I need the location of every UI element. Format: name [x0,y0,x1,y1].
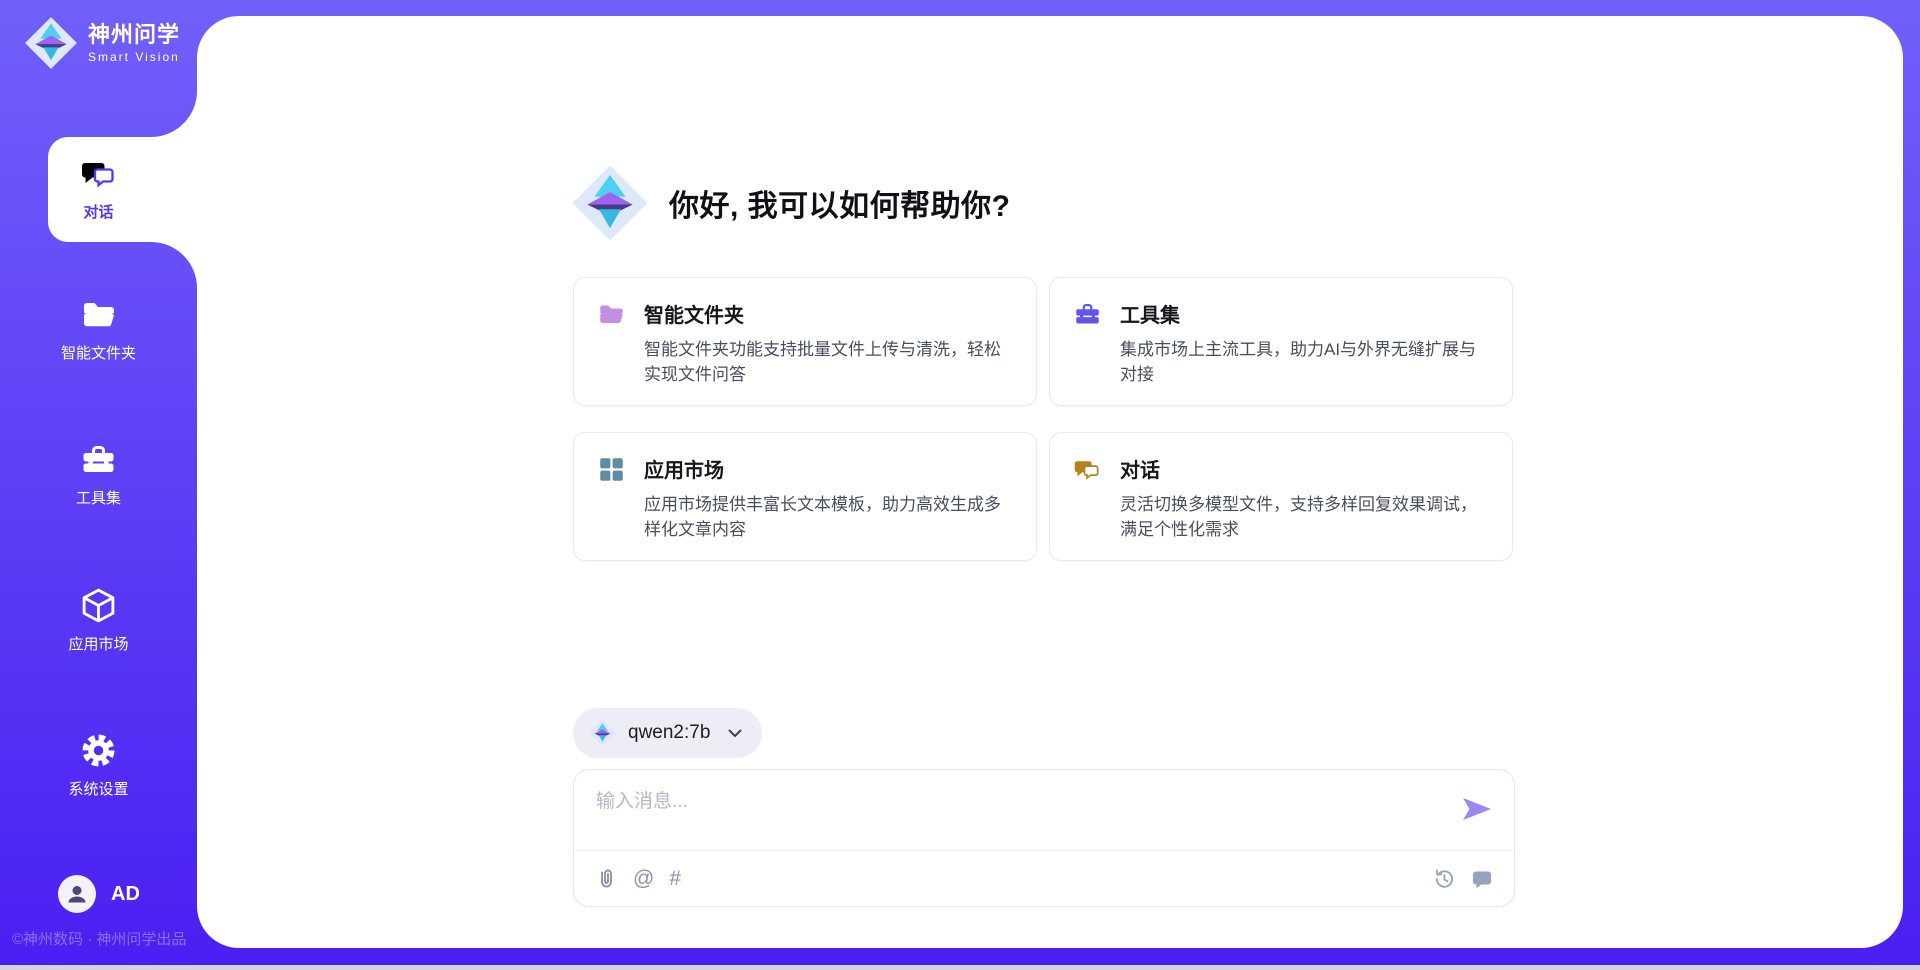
sidebar-item-settings[interactable]: 系统设置 [0,723,197,807]
user-icon [66,883,88,905]
sidebar-item-label: 应用市场 [68,633,128,654]
cube-icon [80,587,117,624]
gear-icon [80,732,117,769]
composer-toolbar: @ # [574,851,1514,906]
history-button[interactable] [1431,866,1457,892]
model-gem-icon [589,719,616,747]
attach-file-button[interactable] [594,867,618,891]
greeting-title: 你好, 我可以如何帮助你? [669,181,1011,225]
window-bottom-edge [0,965,1920,970]
user-initials: AD [111,883,140,906]
folder-icon [598,301,625,328]
active-tab-flare-bottom [151,242,197,288]
sidebar-item-chat[interactable]: 对话 [0,147,197,231]
sidebar-item-label: 智能文件夹 [61,342,136,363]
card-title: 智能文件夹 [644,299,1016,328]
greeting-logo-gem-icon [571,163,649,243]
card-description: 集成市场上主流工具，助力AI与外界无缝扩展与对接 [1120,337,1492,387]
toolbox-icon [1074,301,1101,328]
topic-button[interactable]: # [669,868,681,889]
chevron-down-icon [728,729,742,738]
brand-subtitle: Smart Vision [88,50,180,64]
chat-icon [81,156,117,192]
card-body: 应用市场 应用市场提供丰富长文本模板，助力高效生成多样化文章内容 [644,454,1016,542]
card-description: 应用市场提供丰富长文本模板，助力高效生成多样化文章内容 [644,492,1016,542]
sidebar-item-toolset[interactable]: 工具集 [0,433,197,517]
folder-icon [80,297,118,333]
chat-icon [1074,456,1101,483]
model-name: qwen2:7b [628,722,710,744]
send-button[interactable] [1460,794,1494,824]
composer-tools-left: @ # [594,867,681,891]
card-description: 灵活切换多模型文件，支持多样回复效果调试，满足个性化需求 [1120,492,1492,542]
mention-button[interactable]: @ [633,868,654,889]
paperclip-icon [594,867,618,891]
copyright-text: ©神州数码 · 神州问学出品 [12,928,197,949]
card-description: 智能文件夹功能支持批量文件上传与清洗，轻松实现文件问答 [644,337,1016,387]
card-chat[interactable]: 对话 灵活切换多模型文件，支持多样回复效果调试，满足个性化需求 [1049,432,1513,561]
app-window: 神州问学 Smart Vision 对话 智能文件夹 工具集 应用市场 系统设置 [0,0,1920,970]
card-app-market[interactable]: 应用市场 应用市场提供丰富长文本模板，助力高效生成多样化文章内容 [573,432,1037,561]
card-title: 工具集 [1120,299,1492,328]
card-title: 应用市场 [644,454,1016,483]
message-input[interactable] [596,786,1444,842]
sidebar: 神州问学 Smart Vision 对话 智能文件夹 工具集 应用市场 系统设置 [0,0,197,970]
brand-text: 神州问学 Smart Vision [88,22,180,63]
sidebar-item-app-market[interactable]: 应用市场 [0,578,197,662]
card-toolset[interactable]: 工具集 集成市场上主流工具，助力AI与外界无缝扩展与对接 [1049,277,1513,406]
composer-tools-right [1431,866,1494,892]
card-smart-folder[interactable]: 智能文件夹 智能文件夹功能支持批量文件上传与清洗，轻松实现文件问答 [573,277,1037,406]
conversation-button[interactable] [1470,867,1494,891]
card-body: 对话 灵活切换多模型文件，支持多样回复效果调试，满足个性化需求 [1120,454,1492,542]
card-title: 对话 [1120,454,1492,483]
sidebar-item-label: 对话 [83,201,113,222]
card-body: 工具集 集成市场上主流工具，助力AI与外界无缝扩展与对接 [1120,299,1492,387]
active-tab-flare-top [151,91,197,137]
at-icon: @ [633,868,654,889]
greeting-row: 你好, 我可以如何帮助你? [571,163,1011,243]
card-body: 智能文件夹 智能文件夹功能支持批量文件上传与清洗，轻松实现文件问答 [644,299,1016,387]
sidebar-item-label: 工具集 [76,487,121,508]
grid-icon [598,456,625,483]
model-selector[interactable]: qwen2:7b [573,708,762,758]
history-clock-icon [1431,866,1457,892]
chat-bubble-icon [1470,867,1494,891]
brand-name: 神州问学 [88,22,180,47]
user-account[interactable]: AD [58,875,140,913]
brand: 神州问学 Smart Vision [24,14,180,72]
message-composer: @ # [573,769,1515,907]
sidebar-item-smart-folder[interactable]: 智能文件夹 [0,288,197,372]
sidebar-item-label: 系统设置 [68,778,128,799]
send-icon [1461,796,1493,822]
brand-logo-gem-icon [24,14,78,72]
avatar [58,875,96,913]
feature-cards: 智能文件夹 智能文件夹功能支持批量文件上传与清洗，轻松实现文件问答 工具集 集成… [573,277,1513,561]
toolbox-icon [80,442,117,478]
hash-icon: # [669,868,681,889]
